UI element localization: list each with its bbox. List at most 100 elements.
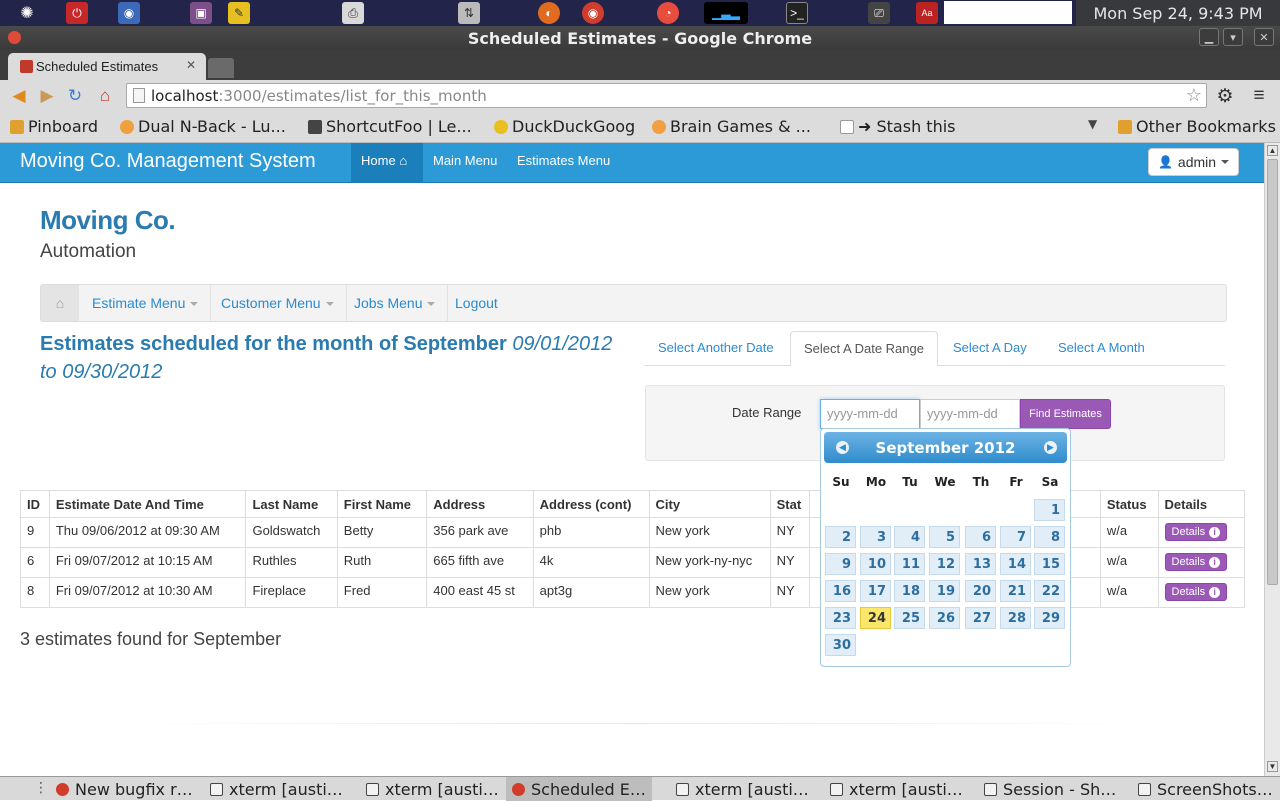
calendar-day[interactable]: 22	[1034, 580, 1065, 602]
calendar-day[interactable]: 18	[894, 580, 925, 602]
home-icon[interactable]: ⌂	[94, 86, 116, 106]
calendar-day[interactable]: 20	[965, 580, 996, 602]
calendar-day[interactable]: 29	[1034, 607, 1065, 629]
brand[interactable]: Moving Co. Management System	[20, 150, 316, 173]
close-button[interactable]: ✕	[1254, 28, 1274, 46]
bookmark-shortcutfoo[interactable]: ShortcutFoo | Le...	[308, 117, 472, 136]
calendar-day[interactable]: 10	[860, 553, 891, 575]
calendar-day[interactable]: 4	[894, 526, 925, 548]
scrollbar-thumb[interactable]	[1267, 159, 1278, 585]
calendar-day[interactable]: 25	[894, 607, 925, 629]
terminal-launcher-icon[interactable]: >_	[786, 2, 808, 24]
nav-estimates-menu[interactable]: Estimates Menu	[507, 143, 620, 183]
taskbar-item[interactable]: New bugfix r…	[50, 777, 199, 801]
new-tab-button[interactable]	[208, 58, 234, 78]
calendar-day[interactable]: 13	[965, 553, 996, 575]
printer-icon[interactable]: ⎙	[342, 2, 364, 24]
calendar-day[interactable]: 5	[929, 526, 960, 548]
tab-select-another-date[interactable]: Select Another Date	[645, 331, 787, 367]
clock[interactable]: Mon Sep 24, 9:43 PM	[1076, 0, 1280, 26]
taskbar-item[interactable]: xterm [austi…	[360, 777, 505, 801]
taskbar-item[interactable]: xterm [austi…	[204, 777, 349, 801]
calendar-day[interactable]: 23	[825, 607, 856, 629]
calendar-day[interactable]: 16	[825, 580, 856, 602]
date-from-input[interactable]: yyyy-mm-dd	[820, 399, 920, 429]
firefox-icon[interactable]: ◐	[538, 2, 560, 24]
next-month-icon[interactable]: ▶	[1044, 441, 1057, 454]
calendar-day[interactable]: 11	[894, 553, 925, 575]
calendar-day[interactable]: 27	[965, 607, 996, 629]
lock-screen-icon[interactable]: ⎚	[868, 2, 890, 24]
details-button[interactable]: Details i	[1164, 583, 1228, 601]
bookmark-stash-this[interactable]: ➜ Stash this	[840, 117, 955, 136]
bookmarks-overflow-icon[interactable]: ▼	[1088, 117, 1097, 131]
ubuntu-logo-icon[interactable]: ✺	[16, 2, 38, 24]
forward-arrow-icon[interactable]: ▶	[36, 86, 58, 106]
bookmark-dual-n-back[interactable]: Dual N-Back - Lu...	[120, 117, 286, 136]
panel-text-box[interactable]	[944, 1, 1072, 24]
details-button[interactable]: Details i	[1164, 553, 1228, 571]
power-icon[interactable]: ⏻	[66, 2, 88, 24]
notes-icon[interactable]: ✎	[228, 2, 250, 24]
bookmark-pinboard[interactable]: Pinboard	[10, 117, 98, 136]
scroll-up-icon[interactable]: ▲	[1267, 145, 1278, 156]
window-launcher-icon[interactable]: ▣	[190, 2, 212, 24]
system-monitor-icon[interactable]: ▁▃▂	[704, 2, 748, 24]
taskbar-item[interactable]: Scheduled E…	[506, 777, 652, 801]
back-arrow-icon[interactable]: ◀	[8, 86, 30, 106]
taskbar-item[interactable]: xterm [austi…	[670, 777, 815, 801]
calendar-day[interactable]: 14	[1000, 553, 1031, 575]
calendar-day[interactable]: 30	[825, 634, 856, 656]
calendar-day[interactable]: 1	[1034, 499, 1065, 521]
user-menu-button[interactable]: 👤 admin	[1148, 148, 1239, 176]
tab-close-icon[interactable]: ✕	[186, 58, 196, 72]
calendar-day[interactable]: 2	[825, 526, 856, 548]
chrome-icon[interactable]: ◉	[582, 2, 604, 24]
calendar-day[interactable]: 7	[1000, 526, 1031, 548]
tab-scheduled-estimates[interactable]: Scheduled Estimates ✕	[8, 53, 206, 80]
page-scrollbar[interactable]: ▲ ▼	[1264, 143, 1280, 776]
calendar-day[interactable]: 9	[825, 553, 856, 575]
nav-home[interactable]: Home ⌂	[351, 143, 423, 183]
estimate-menu[interactable]: Estimate Menu	[80, 285, 212, 321]
pie-chart-icon[interactable]: ◔	[657, 2, 679, 24]
datepicker[interactable]: ◀ September 2012 ▶ Su Mo Tu We Th Fr Sa 1 2 3 4 5 6 7…	[820, 428, 1071, 667]
calendar-day-today[interactable]: 24	[860, 607, 891, 629]
logout-link[interactable]: Logout	[443, 285, 510, 321]
wrench-icon[interactable]: ⚙	[1214, 86, 1236, 107]
jobs-menu[interactable]: Jobs Menu	[342, 285, 449, 321]
details-button[interactable]: Details i	[1164, 523, 1228, 541]
taskbar-item[interactable]: Session - Sh…	[978, 777, 1122, 801]
bookmark-brain-games[interactable]: Brain Games & ...	[652, 117, 811, 136]
calendar-day[interactable]: 3	[860, 526, 891, 548]
taskbar-item[interactable]: xterm [austi…	[824, 777, 969, 801]
taskbar-item[interactable]: ScreenShots…	[1132, 777, 1279, 801]
calendar-day[interactable]: 19	[929, 580, 960, 602]
other-bookmarks[interactable]: Other Bookmarks	[1118, 117, 1276, 136]
chrome-launcher-icon[interactable]: ◉	[118, 2, 140, 24]
find-estimates-button[interactable]: Find Estimates	[1020, 399, 1111, 429]
calendar-day[interactable]: 21	[1000, 580, 1031, 602]
calendar-day[interactable]: 12	[929, 553, 960, 575]
nav-main-menu[interactable]: Main Menu	[423, 143, 507, 183]
bookmark-star-icon[interactable]: ☆	[1186, 85, 1202, 106]
calendar-day[interactable]: 26	[929, 607, 960, 629]
dictionary-icon[interactable]: Aa	[916, 2, 938, 24]
calendar-day[interactable]: 17	[860, 580, 891, 602]
address-bar[interactable]: localhost:3000/estimates/list_for_this_m…	[126, 83, 1207, 108]
bookmark-duckduckgoog[interactable]: DuckDuckGoog	[494, 117, 635, 136]
calendar-day[interactable]: 8	[1034, 526, 1065, 548]
calendar-day[interactable]: 6	[965, 526, 996, 548]
minimize-button[interactable]: ▁	[1199, 28, 1219, 46]
menu-icon[interactable]: ≡	[1248, 85, 1270, 106]
calendar-day[interactable]: 15	[1034, 553, 1065, 575]
tab-select-date-range[interactable]: Select A Date Range	[790, 331, 938, 367]
tab-select-month[interactable]: Select A Month	[1045, 331, 1158, 367]
calendar-day[interactable]: 28	[1000, 607, 1031, 629]
maximize-button[interactable]: ▾	[1223, 28, 1243, 46]
reload-icon[interactable]: ↻	[64, 86, 86, 106]
date-to-input[interactable]: yyyy-mm-dd	[920, 399, 1020, 429]
home-icon[interactable]: ⌂	[41, 285, 79, 321]
scroll-down-icon[interactable]: ▼	[1267, 761, 1278, 772]
customer-menu[interactable]: Customer Menu	[209, 285, 347, 321]
